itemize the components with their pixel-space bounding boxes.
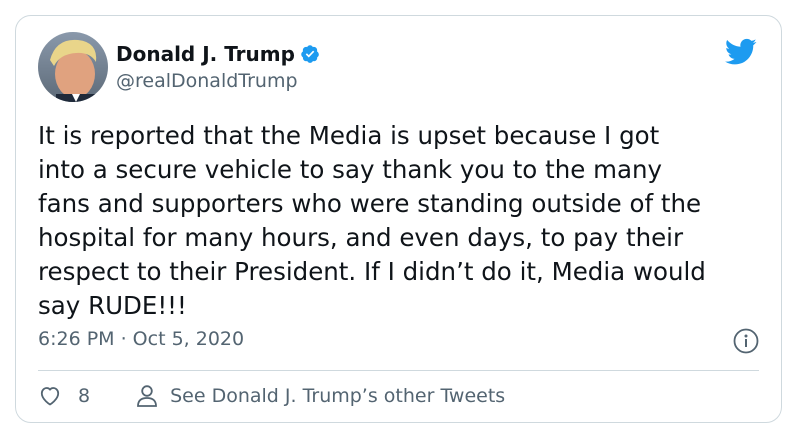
tweet-card: Donald J. Trump @realDonaldTrump It is r… bbox=[15, 15, 782, 423]
like-button[interactable]: 8 bbox=[38, 384, 90, 408]
tweet-timestamp[interactable]: 6:26 PM · Oct 5, 2020 bbox=[38, 328, 244, 350]
see-other-tweets-label: See Donald J. Trump’s other Tweets bbox=[170, 385, 506, 407]
see-other-tweets-link[interactable]: See Donald J. Trump’s other Tweets bbox=[136, 384, 505, 408]
info-icon[interactable] bbox=[733, 328, 759, 354]
verified-badge-icon bbox=[300, 44, 320, 64]
like-count: 8 bbox=[78, 385, 91, 407]
author-avatar[interactable] bbox=[38, 32, 108, 102]
author-name[interactable]: Donald J. Trump bbox=[116, 42, 295, 66]
tweet-text: It is reported that the Media is upset b… bbox=[38, 121, 706, 320]
person-icon bbox=[137, 385, 157, 407]
author-handle[interactable]: @realDonaldTrump bbox=[116, 70, 298, 92]
heart-icon bbox=[40, 387, 60, 406]
twitter-bird-icon[interactable] bbox=[724, 38, 757, 66]
tweet-actions: 8 See Donald J. Trump’s other Tweets bbox=[38, 384, 505, 408]
author-name-row: Donald J. Trump bbox=[116, 42, 320, 66]
divider bbox=[38, 370, 759, 371]
avatar-image bbox=[38, 32, 108, 102]
